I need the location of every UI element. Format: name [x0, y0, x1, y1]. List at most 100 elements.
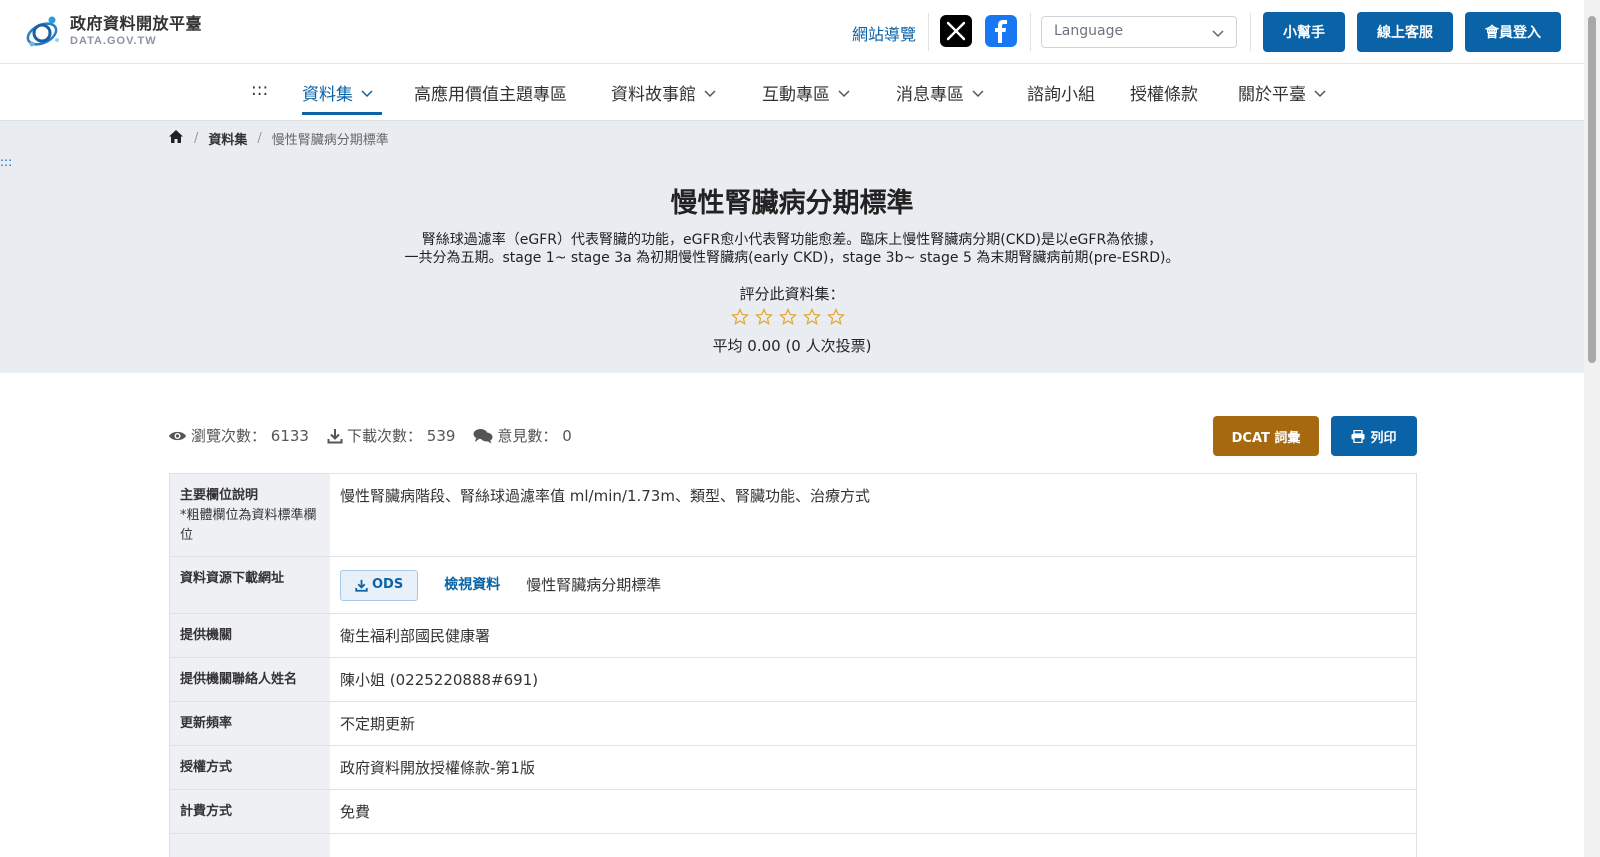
star-icon[interactable] — [755, 308, 773, 326]
star-icon[interactable] — [779, 308, 797, 326]
star-icon[interactable] — [827, 308, 845, 326]
table-row: 資料資源下載網址 ODS 檢視資料 慢性腎臟病分期標準 — [169, 557, 1417, 614]
logo-title: 政府資料開放平臺 — [70, 14, 203, 34]
header-divider — [928, 13, 929, 51]
main-nav: ::: 資料集 高應用價值主題專區 資料故事館 互動專區 消息專區 諮詢小組 授… — [0, 64, 1584, 121]
table-row: 授權方式 政府資料開放授權條款-第1版 — [169, 746, 1417, 790]
view-count: 瀏覽次數： 6133 — [168, 425, 309, 446]
row-header: 資料資源下載網址 — [170, 557, 330, 613]
nav-item-about[interactable]: 關於平臺 — [1238, 80, 1326, 105]
scrollbar-thumb[interactable] — [1588, 16, 1596, 363]
resource-cell: ODS 檢視資料 慢性腎臟病分期標準 — [330, 557, 1416, 613]
contact-value: 陳小姐 (0225220888#691) — [340, 671, 539, 689]
language-select-value: Language — [1054, 23, 1124, 39]
row-header: 更新頻率 — [170, 702, 330, 745]
breadcrumb-datasets[interactable]: 資料集 — [208, 129, 247, 148]
nav-item-news[interactable]: 消息專區 — [896, 80, 984, 105]
chevron-down-icon — [704, 83, 716, 103]
eye-icon — [169, 431, 186, 440]
home-icon[interactable] — [168, 129, 184, 148]
customer-service-button[interactable]: 線上客服 — [1357, 12, 1453, 52]
nav-item-datasets[interactable]: 資料集 — [302, 80, 373, 105]
dataset-hero: / 資料集 / 慢性腎臟病分期標準 ::: 慢性腎臟病分期標準 腎絲球過濾率（e… — [0, 121, 1584, 373]
nav-item-license[interactable]: 授權條款 — [1130, 80, 1198, 105]
row-header: 提供機關聯絡人姓名 — [170, 658, 330, 701]
row-header: 計費方式 — [170, 790, 330, 833]
row-header — [170, 834, 330, 857]
dcat-vocabulary-button[interactable]: DCAT 詞彙 — [1213, 416, 1319, 456]
chevron-down-icon — [838, 83, 850, 103]
facebook-icon[interactable] — [985, 15, 1017, 47]
nav-item-label: 關於平臺 — [1238, 85, 1306, 105]
view-data-link[interactable]: 檢視資料 — [444, 575, 500, 595]
breadcrumb-separator: / — [257, 131, 262, 146]
download-count: 下載次數： 539 — [327, 425, 455, 446]
table-row: 計費方式 免費 — [169, 790, 1417, 834]
comments-icon — [473, 428, 493, 443]
field-label: 主要欄位說明 — [180, 488, 259, 503]
star-icon[interactable] — [731, 308, 749, 326]
nav-item-data-stories[interactable]: 資料故事館 — [611, 80, 716, 105]
x-twitter-icon[interactable] — [940, 15, 972, 47]
print-button-label: 列印 — [1370, 430, 1397, 446]
table-row: 提供機關 衛生福利部國民健康署 — [169, 614, 1417, 658]
assistant-button[interactable]: 小幫手 — [1263, 12, 1345, 52]
view-count-value: 6133 — [270, 426, 309, 445]
page-title: 慢性腎臟病分期標準 — [670, 188, 914, 219]
download-icon — [355, 579, 368, 592]
header-divider — [1030, 13, 1031, 51]
nav-item-advisory[interactable]: 諮詢小組 — [1027, 80, 1095, 105]
row-header: 主要欄位說明 *粗體欄位為資料標準欄位 — [170, 474, 330, 556]
ods-download-button[interactable]: ODS — [340, 569, 419, 601]
table-row: 主要欄位說明 *粗體欄位為資料標準欄位 慢性腎臟病階段、腎絲球過濾率值 ml/m… — [169, 474, 1417, 557]
logo-subtitle: DATA.GOV.TW — [70, 34, 157, 47]
provider-agency-link[interactable]: 衛生福利部國民健康署 — [330, 614, 1416, 657]
main-fields-value: 慢性腎臟病階段、腎絲球過濾率值 ml/min/1.73m、類型、腎臟功能、治療方… — [340, 487, 870, 505]
active-tab-indicator — [302, 112, 382, 115]
content-access-key[interactable]: ::: — [0, 155, 12, 169]
chevron-down-icon — [1314, 83, 1326, 103]
nav-access-key[interactable]: ::: — [251, 80, 268, 100]
rating-label: 評分此資料集： — [739, 285, 845, 303]
star-icon[interactable] — [803, 308, 821, 326]
download-icon — [327, 428, 343, 443]
dataset-description: 腎絲球過濾率（eGFR）代表腎臟的功能，eGFR愈小代表腎功能愈差。臨床上慢性腎… — [340, 231, 1244, 267]
print-button[interactable]: 列印 — [1331, 416, 1417, 456]
page-scrollbar[interactable] — [1584, 0, 1600, 857]
breadcrumb-separator: / — [194, 131, 199, 146]
chevron-down-icon — [972, 83, 984, 103]
sitemap-link[interactable]: 網站導覽 — [852, 21, 916, 45]
nav-item-label: 消息專區 — [896, 85, 964, 105]
comment-count-value: 0 — [562, 426, 572, 445]
printer-icon — [1351, 429, 1365, 443]
rating-stars — [731, 308, 845, 326]
nav-item-interactive[interactable]: 互動專區 — [762, 80, 850, 105]
top-header: 政府資料開放平臺 DATA.GOV.TW 網站導覽 Language 小幫手 線… — [0, 0, 1584, 64]
table-row: 更新頻率 不定期更新 — [169, 702, 1417, 746]
site-logo[interactable]: 政府資料開放平臺 DATA.GOV.TW — [24, 12, 202, 50]
license-value: 政府資料開放授權條款-第1版 — [340, 759, 535, 777]
comment-count-label: 意見數： — [497, 427, 558, 445]
view-count-label: 瀏覽次數： — [191, 427, 267, 445]
nav-item-label: 資料集 — [302, 85, 353, 105]
breadcrumb: / 資料集 / 慢性腎臟病分期標準 — [168, 129, 389, 148]
nav-item-high-value[interactable]: 高應用價值主題專區 — [414, 80, 567, 105]
chevron-down-icon — [361, 83, 373, 103]
description-line: 一共分為五期。stage 1~ stage 3a 為初期慢性腎臟病(early … — [404, 250, 1180, 266]
rating-average: 平均 0.00 (0 人次投票) — [712, 337, 872, 355]
dataset-stats: 瀏覽次數： 6133 下載次數： 539 意見數： 0 — [168, 425, 590, 446]
download-count-value: 539 — [426, 426, 456, 445]
comment-count: 意見數： 0 — [473, 425, 572, 446]
dataset-info-table: 主要欄位說明 *粗體欄位為資料標準欄位 慢性腎臟病階段、腎絲球過濾率值 ml/m… — [169, 473, 1417, 857]
row-value — [330, 834, 1416, 857]
member-login-button[interactable]: 會員登入 — [1465, 12, 1561, 52]
header-divider — [1250, 13, 1251, 51]
resource-name: 慢性腎臟病分期標準 — [526, 576, 662, 594]
nav-item-label: 互動專區 — [762, 85, 830, 105]
language-select[interactable]: Language — [1041, 16, 1237, 48]
table-row: 提供機關聯絡人姓名 陳小姐 (0225220888#691) — [169, 658, 1417, 702]
download-count-label: 下載次數： — [346, 427, 422, 445]
chevron-down-icon — [1212, 26, 1224, 42]
update-frequency-value: 不定期更新 — [340, 715, 416, 733]
logo-mark-icon — [24, 12, 64, 50]
